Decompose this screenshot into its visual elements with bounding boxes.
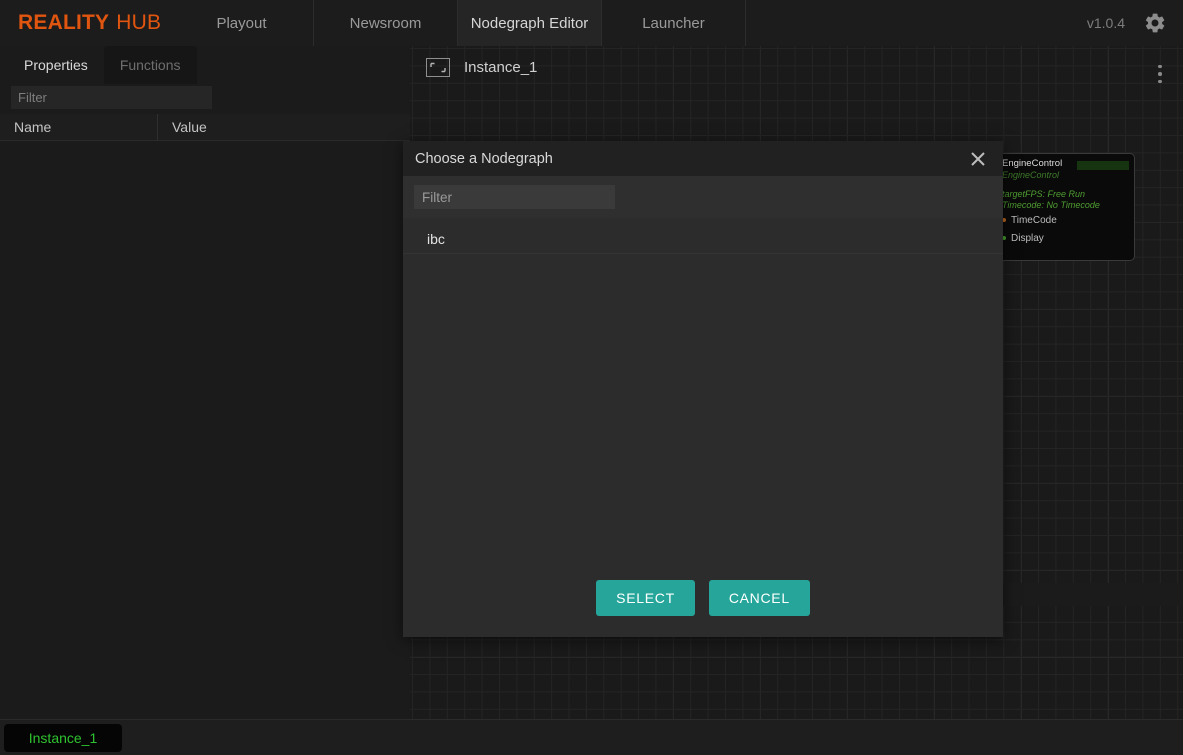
kebab-menu-icon[interactable] [1151,58,1169,90]
properties-table-header: Name Value [0,113,410,141]
dialog-header: Choose a Nodegraph [403,141,1003,176]
panel-tab-strip: Properties Functions [0,46,410,84]
properties-table-body [0,141,410,701]
tab-nodegraph-editor[interactable]: Nodegraph Editor [458,0,602,46]
kebab-dot [1158,79,1162,84]
dialog-body: Filter ibc [403,176,1003,559]
instance-chip[interactable]: Instance_1 [4,723,122,752]
properties-panel: Properties Functions Filter Name Value [0,46,410,719]
nodegraph-list: ibc [403,218,1003,254]
node-header: EngineControl EngineControl [996,154,1134,184]
dialog-title: Choose a Nodegraph [415,150,553,167]
properties-filter-input[interactable]: Filter [11,86,212,109]
node-port-display[interactable]: Display [996,230,1134,246]
kebab-dot [1158,64,1162,69]
version-label: v1.0.4 [1086,15,1125,31]
close-icon[interactable] [967,148,989,170]
list-item[interactable]: ibc [403,224,1003,254]
bottom-status-bar: Instance_1 [0,719,1183,755]
panel-tab-properties[interactable]: Properties [8,46,104,84]
node-property: targetFPS: Free Run [1002,189,1086,199]
tab-nodegraph-editor-label: Nodegraph Editor [470,14,589,32]
node-color-swatch [1077,161,1129,170]
dialog-footer: SELECT CANCEL [403,559,1003,637]
tab-playout[interactable]: Playout [170,0,314,46]
choose-nodegraph-dialog: Choose a Nodegraph Filter ibc SELECT CAN… [403,141,1003,637]
node-port-timecode[interactable]: TimeCode [996,212,1134,228]
column-header-name: Name [0,113,158,141]
cancel-button[interactable]: CANCEL [708,580,810,616]
frame-icon [426,58,450,77]
panel-tab-functions-label: Functions [119,57,181,73]
panel-tab-functions[interactable]: Functions [103,46,197,84]
node-port-label: Display [1011,232,1044,244]
list-item-label: ibc [427,230,445,247]
node-subtitle: EngineControl [1002,170,1060,180]
instance-chip-label: Instance_1 [28,729,98,746]
column-header-value: Value [172,118,207,135]
tab-newsroom[interactable]: Newsroom [314,0,458,46]
app-logo: REALITY HUB [0,0,170,46]
graph-title-label: Instance_1 [464,59,538,76]
node-port-label: TimeCode [1011,214,1057,226]
brand-primary: REALITY [18,11,110,34]
tab-launcher-label: Launcher [642,14,705,32]
graph-title-group: Instance_1 [426,58,537,77]
gear-icon[interactable] [1143,11,1167,35]
brand-secondary: HUB [116,11,162,34]
node-engine-control[interactable]: EngineControl EngineControl targetFPS: F… [995,153,1135,261]
top-header: REALITY HUB Playout Newsroom Nodegraph E… [0,0,1183,46]
nodegraph-filter-input[interactable]: Filter [414,185,615,209]
kebab-dot [1158,72,1162,76]
app-root: REALITY HUB Playout Newsroom Nodegraph E… [0,0,1183,755]
tab-launcher[interactable]: Launcher [602,0,746,46]
select-button[interactable]: SELECT [596,580,695,616]
nodegraph-filter-placeholder: Filter [422,189,452,205]
properties-filter-placeholder: Filter [18,90,47,105]
tab-newsroom-label: Newsroom [349,14,422,32]
node-property: Timecode: No Timecode [1002,199,1100,210]
header-right-group: v1.0.4 [746,0,1183,46]
panel-tab-properties-label: Properties [24,57,88,73]
tab-playout-label: Playout [216,14,267,32]
main-nav-tabs: Playout Newsroom Nodegraph Editor Launch… [170,0,746,46]
dialog-filter-row: Filter [403,176,1003,218]
